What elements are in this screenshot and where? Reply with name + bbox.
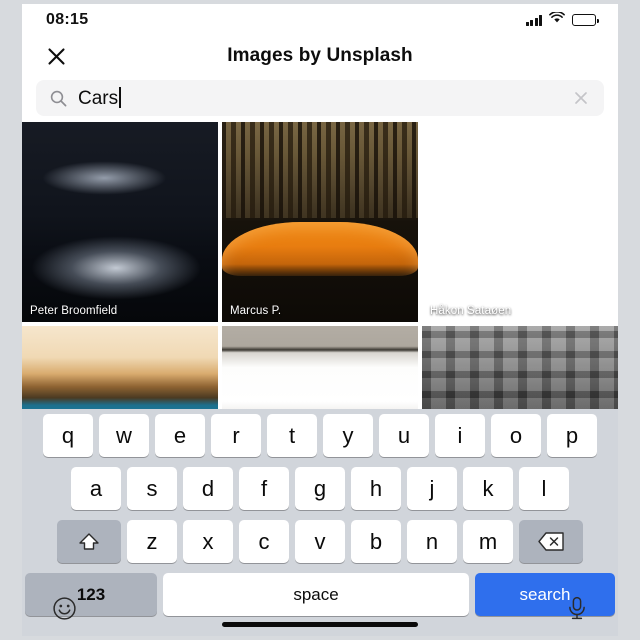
- key-n[interactable]: n: [407, 520, 457, 563]
- keyboard[interactable]: qwertyuiop asdfghjkl zxcvbnm 123 space s…: [22, 409, 618, 636]
- key-l[interactable]: l: [519, 467, 569, 510]
- search-text: Cars: [78, 87, 119, 109]
- shift-key[interactable]: [57, 520, 121, 563]
- home-indicator: [222, 622, 418, 627]
- keyboard-row-1: qwertyuiop: [22, 414, 618, 457]
- photo-tile[interactable]: [422, 326, 618, 418]
- key-z[interactable]: z: [127, 520, 177, 563]
- key-v[interactable]: v: [295, 520, 345, 563]
- photo-column: Marcus P.: [222, 122, 418, 418]
- keyboard-row-3-letters: zxcvbnm: [127, 520, 513, 563]
- photo-tile[interactable]: [222, 326, 418, 418]
- key-p[interactable]: p: [547, 414, 597, 457]
- key-i[interactable]: i: [435, 414, 485, 457]
- key-k[interactable]: k: [463, 467, 513, 510]
- search-input-value: Cars: [67, 86, 568, 110]
- key-y[interactable]: y: [323, 414, 373, 457]
- emoji-icon[interactable]: [52, 596, 77, 621]
- key-f[interactable]: f: [239, 467, 289, 510]
- microphone-icon[interactable]: [566, 596, 588, 621]
- photo-column: Peter Broomfield: [22, 122, 218, 418]
- key-c[interactable]: c: [239, 520, 289, 563]
- key-o[interactable]: o: [491, 414, 541, 457]
- backspace-icon[interactable]: [519, 520, 583, 563]
- status-time: 08:15: [46, 11, 89, 28]
- status-icons: [525, 11, 599, 29]
- photo-tile[interactable]: Peter Broomfield: [22, 122, 218, 322]
- keyboard-row-2: asdfghjkl: [22, 467, 618, 510]
- photo-grid[interactable]: Peter Broomfield Marcus P. Håkon Sataøen: [22, 122, 618, 418]
- key-u[interactable]: u: [379, 414, 429, 457]
- phone-screen: 08:15 Images by Unsplash Cars Peter Broo…: [22, 4, 618, 636]
- key-d[interactable]: d: [183, 467, 233, 510]
- key-b[interactable]: b: [351, 520, 401, 563]
- nav-header: Images by Unsplash: [22, 36, 618, 76]
- key-e[interactable]: e: [155, 414, 205, 457]
- photo-tile[interactable]: [22, 326, 218, 418]
- status-bar: 08:15: [22, 4, 618, 36]
- close-icon[interactable]: [40, 40, 72, 72]
- keyboard-row-3: zxcvbnm: [22, 520, 618, 563]
- page-title: Images by Unsplash: [227, 45, 413, 66]
- key-r[interactable]: r: [211, 414, 261, 457]
- wifi-icon: [549, 11, 565, 29]
- cellular-signal-icon: [525, 15, 542, 26]
- photo-tile[interactable]: Marcus P.: [222, 122, 418, 322]
- search-icon: [50, 90, 67, 107]
- photo-credit: Marcus P.: [230, 305, 282, 317]
- key-x[interactable]: x: [183, 520, 233, 563]
- key-g[interactable]: g: [295, 467, 345, 510]
- keyboard-bottom-bar: [22, 581, 618, 636]
- key-s[interactable]: s: [127, 467, 177, 510]
- key-w[interactable]: w: [99, 414, 149, 457]
- key-q[interactable]: q: [43, 414, 93, 457]
- photo-credit: Håkon Sataøen: [430, 305, 512, 317]
- photo-credit: Peter Broomfield: [30, 305, 118, 317]
- key-h[interactable]: h: [351, 467, 401, 510]
- photo-tile[interactable]: Håkon Sataøen: [422, 122, 618, 322]
- key-t[interactable]: t: [267, 414, 317, 457]
- photo-column: Håkon Sataøen: [422, 122, 618, 418]
- key-m[interactable]: m: [463, 520, 513, 563]
- search-input[interactable]: Cars: [36, 80, 604, 116]
- battery-icon: [572, 14, 599, 26]
- clear-icon[interactable]: [568, 85, 594, 111]
- key-j[interactable]: j: [407, 467, 457, 510]
- search-bar: Cars: [22, 76, 618, 122]
- text-caret: [119, 86, 122, 108]
- key-a[interactable]: a: [71, 467, 121, 510]
